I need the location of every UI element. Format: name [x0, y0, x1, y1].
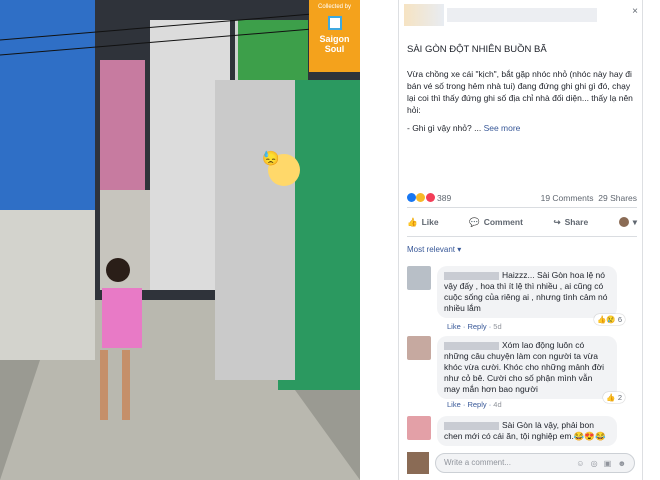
commenter-name-redacted[interactable] — [444, 271, 499, 280]
comment-item: Haizzz... Sài Gòn hoa lệ nó vậy đấy , ho… — [407, 266, 637, 332]
comment-tools-icons[interactable]: ☺ ◎ ▣ ☻ — [576, 459, 628, 468]
divider — [407, 207, 637, 208]
comment-item: Xóm lao động luôn có những câu chuyện là… — [407, 336, 637, 412]
see-more-link[interactable]: See more — [484, 123, 521, 133]
post-stats[interactable]: 19 Comments 29 Shares — [541, 193, 637, 203]
write-comment-row: Write a comment... ☺ ◎ ▣ ☻ — [407, 452, 637, 474]
comment-actions: Like · Reply · 5d — [447, 322, 502, 331]
comment-bubble: Xóm lao động luôn có những câu chuyện là… — [437, 336, 617, 399]
comment-time: 4d — [493, 400, 502, 409]
avatar — [618, 217, 629, 227]
badge-caption: Collected by — [317, 4, 352, 10]
share-button[interactable]: ↪ Share — [553, 217, 588, 228]
comment-item: Sài Gòn là vậy, phải bon chen mới có cái… — [407, 416, 637, 448]
post-as-selector[interactable]: ▾ — [618, 216, 637, 228]
comment-reply-link[interactable]: Reply — [467, 400, 486, 409]
sad-reaction-icon — [416, 193, 426, 203]
share-arrow-icon: ↪ — [553, 216, 561, 227]
comments-count[interactable]: 19 Comments — [541, 193, 594, 203]
comment-reactions[interactable]: 👍😢 6 — [594, 314, 625, 325]
thumbs-up-icon: 👍 — [407, 216, 418, 227]
comment-like-link[interactable]: Like — [447, 322, 461, 331]
reaction-count[interactable]: 389 — [437, 193, 451, 203]
comment-bubble-icon: 💬 — [469, 216, 480, 227]
avatar — [407, 452, 429, 474]
post-body: Vừa chồng xe cái "kịch", bắt gặp nhóc nh… — [407, 68, 637, 140]
post-body-question-text: - Ghi gì vậy nhỏ? ... — [407, 123, 482, 133]
page-name-redacted[interactable] — [447, 8, 597, 22]
shares-count[interactable]: 29 Shares — [598, 193, 637, 203]
post-panel: × SÀI GÒN ĐỘT NHIÊN BUỒN BÃ Vừa chồng xe… — [398, 0, 643, 480]
action-bar: 👍 Like 💬 Comment ↪ Share ▾ — [407, 213, 637, 231]
comment-button[interactable]: 💬 Comment — [469, 217, 523, 228]
comment-bubble: Haizzz... Sài Gòn hoa lệ nó vậy đấy , ho… — [437, 266, 617, 318]
commenter-avatar[interactable] — [407, 416, 431, 440]
post-body-question: - Ghi gì vậy nhỏ? ... See more — [407, 122, 637, 134]
alley-scene — [0, 0, 360, 480]
commenter-avatar[interactable] — [407, 266, 431, 290]
close-icon[interactable]: × — [632, 6, 638, 17]
chevron-down-icon: ▾ — [632, 216, 637, 227]
comment-reactions[interactable]: 👍 2 — [603, 392, 625, 403]
commenter-name-redacted[interactable] — [444, 341, 499, 350]
like-button[interactable]: 👍 Like — [407, 217, 439, 228]
badge-brand-line-1: Saigon — [319, 34, 350, 44]
commenter-name-redacted[interactable] — [444, 421, 499, 430]
post-title: SÀI GÒN ĐỘT NHIÊN BUỒN BÃ — [407, 44, 547, 55]
comment-input[interactable]: Write a comment... ☺ ◎ ▣ ☻ — [435, 453, 635, 473]
post-header: × — [399, 0, 644, 30]
comment-actions: Like · Reply · 4d — [447, 400, 502, 409]
saigon-soul-logo-icon — [327, 16, 342, 30]
comment-like-link[interactable]: Like — [447, 400, 461, 409]
post-body-paragraph: Vừa chồng xe cái "kịch", bắt gặp nhóc nh… — [407, 69, 633, 115]
love-reaction-icon — [425, 193, 435, 203]
like-label: Like — [421, 217, 439, 227]
page-avatar[interactable] — [404, 4, 444, 26]
comment-time: 5d — [493, 322, 502, 331]
post-photo[interactable]: Collected by Saigon Soul 😓 — [0, 0, 360, 480]
badge-brand-line-2: Soul — [324, 44, 345, 54]
comment-bubble: Sài Gòn là vậy, phải bon chen mới có cái… — [437, 416, 617, 446]
like-reaction-icon — [407, 193, 416, 203]
share-label: Share — [564, 217, 589, 227]
collected-by-badge: Collected by Saigon Soul — [309, 0, 360, 72]
comment-label: Comment — [483, 217, 523, 227]
reaction-summary[interactable]: 389 19 Comments 29 Shares — [407, 192, 637, 204]
comment-sort-dropdown[interactable]: Most relevant ▾ — [407, 245, 461, 254]
divider — [407, 236, 637, 237]
comment-reply-link[interactable]: Reply — [467, 322, 486, 331]
comment-input-placeholder: Write a comment... — [444, 458, 511, 467]
screenshot: Collected by Saigon Soul 😓 × SÀI GÒN ĐỘT… — [0, 0, 660, 480]
sweat-emoji-sticker: 😓 — [262, 150, 280, 166]
commenter-avatar[interactable] — [407, 336, 431, 360]
